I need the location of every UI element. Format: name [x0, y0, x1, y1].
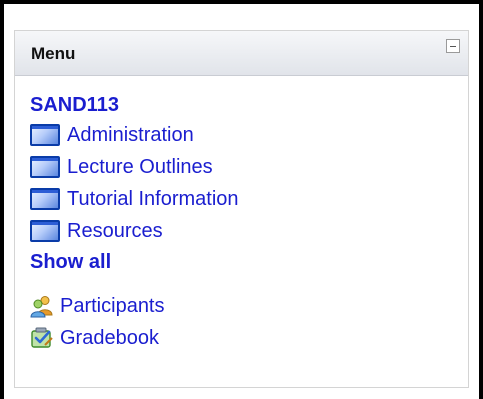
topic-item-lecture-outlines[interactable]: Lecture Outlines [30, 151, 468, 183]
topic-folder-icon [30, 220, 60, 242]
topic-item-resources[interactable]: Resources [30, 215, 468, 247]
participants-icon [30, 296, 53, 318]
topic-item-administration[interactable]: Administration [30, 119, 468, 151]
show-all-link[interactable]: Show all [30, 250, 468, 276]
topic-label: Resources [67, 220, 163, 242]
topic-label: Lecture Outlines [67, 156, 213, 178]
block-title: Menu [31, 44, 76, 63]
menu-block: Menu SAND113 Administration Lecture Outl… [14, 30, 469, 388]
topic-label: Administration [67, 124, 194, 146]
block-body: SAND113 Administration Lecture Outlines … [30, 93, 468, 354]
gradebook-icon [31, 327, 53, 348]
participants-label: Participants [60, 295, 165, 317]
block-header: Menu [15, 31, 468, 76]
gradebook-link[interactable]: Gradebook [30, 322, 468, 354]
topic-label: Tutorial Information [67, 188, 239, 210]
gradebook-label: Gradebook [60, 327, 159, 349]
participants-link[interactable]: Participants [30, 290, 468, 322]
collapse-icon[interactable] [446, 39, 460, 53]
topic-folder-icon [30, 188, 60, 210]
topic-folder-icon [30, 124, 60, 146]
topic-folder-icon [30, 156, 60, 178]
course-link[interactable]: SAND113 [30, 93, 468, 119]
topic-item-tutorial-information[interactable]: Tutorial Information [30, 183, 468, 215]
